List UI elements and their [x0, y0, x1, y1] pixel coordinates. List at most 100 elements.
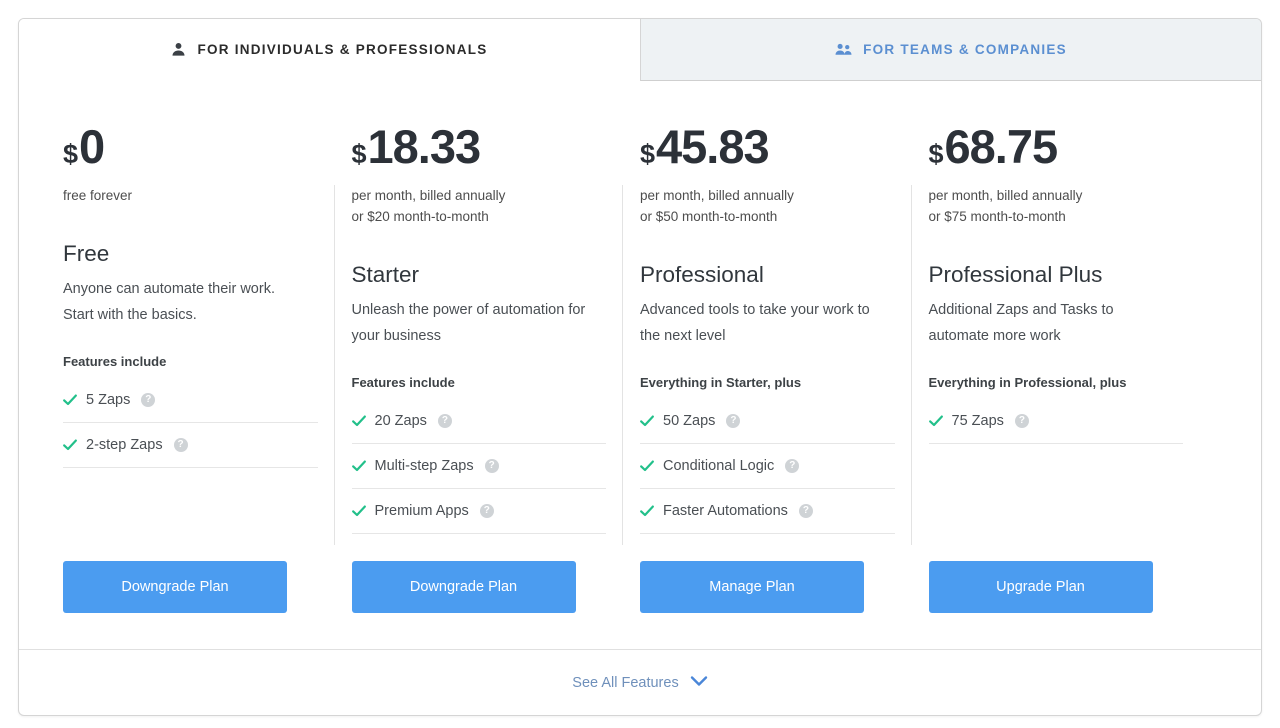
feature-item: 2-step Zaps ?: [63, 423, 318, 468]
plan-price: $ 18.33: [352, 123, 607, 170]
tab-for-individuals-label: FOR INDIVIDUALS & PROFESSIONALS: [197, 42, 488, 57]
people-icon: [835, 42, 852, 57]
check-icon: [63, 439, 77, 451]
features-list: 50 Zaps ? Conditional Logic ? Faster Aut…: [640, 399, 895, 534]
plan-price: $ 0: [63, 123, 318, 170]
check-icon: [351, 505, 366, 517]
feature-item: 75 Zaps ?: [928, 399, 1183, 444]
billing-info: per month, billed annually or $75 month-…: [929, 185, 1184, 227]
feature-label: 2-step Zaps: [86, 436, 163, 453]
feature-item: 20 Zaps ?: [351, 399, 606, 444]
feature-item: 5 Zaps ?: [63, 378, 318, 423]
billing-line-1: per month, billed annually: [351, 188, 506, 203]
features-heading: Everything in Professional, plus: [928, 374, 1127, 390]
price-amount: 18.33: [367, 120, 482, 173]
plan-price: $ 45.83: [640, 123, 895, 170]
feature-label: 50 Zaps: [663, 412, 716, 429]
features-list: 20 Zaps ? Multi-step Zaps ? Premium Apps…: [351, 399, 606, 534]
feature-label: Faster Automations: [663, 502, 788, 519]
plan-description: Additional Zaps and Tasks to automate mo…: [928, 301, 1114, 344]
billing-info: free forever: [63, 185, 318, 206]
see-all-features-label: See All Features: [572, 674, 679, 691]
plan-cta-button[interactable]: Upgrade Plan: [928, 561, 1153, 613]
billing-info: per month, billed annually or $50 month-…: [640, 185, 895, 227]
billing-line-1: per month, billed annually: [640, 188, 794, 203]
plan-column-starter: $ 18.33 per month, billed annually or $2…: [351, 123, 641, 649]
plan-column-free: $ 0 free forever Free Anyone can automat…: [63, 123, 352, 649]
tab-for-teams[interactable]: FOR TEAMS & COMPANIES: [640, 19, 1261, 81]
pricing-page: FOR INDIVIDUALS & PROFESSIONALS FOR TEAM…: [0, 0, 1280, 728]
check-icon: [928, 415, 943, 427]
feature-item: Faster Automations ?: [640, 489, 895, 534]
check-icon: [351, 415, 366, 427]
price-amount: 0: [79, 120, 105, 173]
see-all-features-toggle[interactable]: See All Features: [19, 649, 1261, 715]
check-icon: [640, 415, 654, 427]
column-divider: [333, 185, 335, 545]
check-icon: [63, 394, 77, 406]
price-amount: 68.75: [944, 120, 1059, 173]
billing-line-1: per month, billed annually: [928, 188, 1083, 203]
column-divider: [622, 185, 623, 545]
plan-cta-button[interactable]: Downgrade Plan: [351, 561, 576, 613]
plan-columns: $ 0 free forever Free Anyone can automat…: [19, 81, 1261, 649]
features-heading: Features include: [63, 353, 167, 369]
plan-price: $ 68.75: [929, 123, 1184, 170]
feature-label: 5 Zaps: [86, 391, 131, 408]
check-icon: [640, 505, 654, 517]
person-icon: [171, 42, 186, 57]
plan-cta-button[interactable]: Manage Plan: [640, 561, 864, 613]
feature-label: 20 Zaps: [374, 412, 427, 429]
plan-description: Advanced tools to take your work to the …: [640, 301, 870, 344]
billing-info: per month, billed annually or $20 month-…: [352, 185, 607, 227]
price-amount: 45.83: [656, 120, 770, 173]
plan-description: Unleash the power of automation for your…: [351, 301, 586, 344]
chevron-down-icon: [690, 674, 708, 692]
features-heading: Features include: [351, 374, 455, 390]
plan-name: Starter: [351, 262, 420, 287]
tab-for-individuals[interactable]: FOR INDIVIDUALS & PROFESSIONALS: [19, 19, 640, 81]
plan-column-professional-plus: $ 68.75 per month, billed annually or $7…: [928, 123, 1218, 649]
help-icon[interactable]: ?: [798, 503, 813, 518]
check-icon: [351, 460, 366, 472]
pricing-card: FOR INDIVIDUALS & PROFESSIONALS FOR TEAM…: [18, 18, 1262, 716]
feature-item: Conditional Logic ?: [640, 444, 895, 489]
feature-item: Premium Apps ?: [351, 489, 606, 534]
check-icon: [640, 460, 654, 472]
plan-column-professional: $ 45.83 per month, billed annually or $5…: [640, 123, 929, 649]
tab-for-teams-label: FOR TEAMS & COMPANIES: [863, 42, 1067, 57]
help-icon[interactable]: ?: [437, 413, 452, 428]
cta-wrapper: Upgrade Plan: [928, 561, 1184, 649]
help-icon[interactable]: ?: [484, 458, 499, 473]
billing-line-2: or $75 month-to-month: [928, 209, 1066, 224]
plan-audience-tabs: FOR INDIVIDUALS & PROFESSIONALS FOR TEAM…: [19, 19, 1261, 81]
features-list: 75 Zaps ?: [928, 399, 1183, 444]
plan-cta-button[interactable]: Downgrade Plan: [63, 561, 287, 613]
billing-line-2: or $50 month-to-month: [640, 209, 778, 224]
features-heading: Everything in Starter, plus: [640, 374, 802, 390]
column-divider: [910, 185, 912, 545]
feature-label: Premium Apps: [374, 502, 469, 519]
currency-symbol: $: [63, 139, 79, 169]
plan-name: Professional Plus: [928, 262, 1103, 287]
plan-description: Anyone can automate their work. Start wi…: [63, 280, 275, 323]
help-icon[interactable]: ?: [141, 392, 156, 407]
help-icon[interactable]: ?: [726, 413, 741, 428]
help-icon[interactable]: ?: [785, 458, 800, 473]
feature-label: 75 Zaps: [951, 412, 1004, 429]
cta-wrapper: Manage Plan: [640, 561, 895, 649]
billing-line-1: free forever: [63, 188, 133, 203]
help-icon[interactable]: ?: [479, 503, 494, 518]
help-icon[interactable]: ?: [173, 437, 188, 452]
feature-item: Multi-step Zaps ?: [351, 444, 606, 489]
cta-wrapper: Downgrade Plan: [63, 561, 318, 649]
cta-wrapper: Downgrade Plan: [351, 561, 607, 649]
currency-symbol: $: [928, 139, 944, 169]
feature-label: Multi-step Zaps: [374, 457, 474, 474]
help-icon[interactable]: ?: [1014, 413, 1029, 428]
feature-item: 50 Zaps ?: [640, 399, 895, 444]
plan-name: Professional: [640, 262, 764, 287]
plan-name: Free: [63, 241, 110, 266]
features-list: 5 Zaps ? 2-step Zaps ?: [63, 378, 318, 468]
billing-line-2: or $20 month-to-month: [351, 209, 489, 224]
